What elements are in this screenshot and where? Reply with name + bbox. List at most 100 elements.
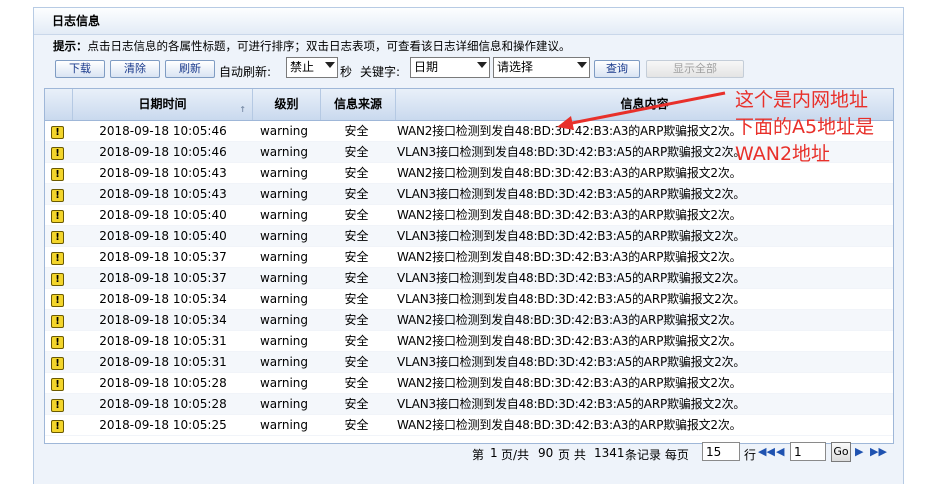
refresh-button[interactable]: 刷新 bbox=[165, 60, 215, 78]
source-column-header[interactable]: 信息来源 bbox=[321, 89, 396, 120]
chevron-down-icon bbox=[477, 62, 487, 68]
auto-refresh-label: 自动刷新: bbox=[219, 65, 272, 79]
toolbar: 下载 清除 刷新 自动刷新: 禁止 秒 关键字: 日期 请选择 查询 显示全部 bbox=[53, 57, 893, 81]
table-row[interactable]: ! 2018-09-18 10:05:43 warning 安全 VLAN3接口检测到发… bbox=[45, 184, 893, 205]
date-cell: 2018-09-18 10:05:25 bbox=[99, 418, 227, 432]
tip-body: 点击日志信息的各属性标题，可进行排序；双击日志表项，可查看该日志详细信息和操作建… bbox=[87, 39, 571, 53]
warning-cell: ! bbox=[51, 142, 67, 162]
level-cell: warning bbox=[259, 145, 309, 159]
warning-cell: ! bbox=[51, 352, 67, 372]
level-cell: warning bbox=[259, 397, 309, 411]
message-cell: WAN2接口检测到发自48:BD:3D:42:B3:A3的ARP欺骗报文2次。 bbox=[397, 376, 742, 390]
source-cell: 安全 bbox=[344, 397, 369, 411]
level-cell: warning bbox=[259, 187, 309, 201]
annotation-note: 这个是内网地址 下面的A5地址是 WAN2地址 bbox=[735, 87, 935, 168]
download-button[interactable]: 下载 bbox=[55, 60, 105, 78]
table-row[interactable]: ! 2018-09-18 10:05:34 warning 安全 WAN2接口检测到发自… bbox=[45, 310, 893, 331]
message-cell: WAN2接口检测到发自48:BD:3D:42:B3:A3的ARP欺骗报文2次。 bbox=[397, 334, 742, 348]
show-all-button[interactable]: 显示全部 bbox=[646, 60, 744, 78]
seconds-label: 秒 bbox=[340, 65, 353, 79]
keyword-field-select[interactable]: 日期 bbox=[410, 57, 490, 78]
message-cell: VLAN3接口检测到发自48:BD:3D:42:B3:A5的ARP欺骗报文2次。 bbox=[397, 271, 746, 285]
date-cell: 2018-09-18 10:05:31 bbox=[99, 334, 227, 348]
query-button[interactable]: 查询 bbox=[594, 60, 640, 78]
warning-icon: ! bbox=[51, 189, 64, 202]
previous-page-icon[interactable]: ◀ bbox=[776, 445, 784, 459]
date-header-label: 日期时间 bbox=[138, 97, 187, 111]
warning-icon: ! bbox=[51, 315, 64, 328]
table-row[interactable]: ! 2018-09-18 10:05:40 warning 安全 VLAN3接口检测到发… bbox=[45, 226, 893, 247]
message-cell: VLAN3接口检测到发自48:BD:3D:42:B3:A5的ARP欺骗报文2次。 bbox=[397, 229, 746, 243]
warning-cell: ! bbox=[51, 205, 67, 225]
level-cell: warning bbox=[259, 418, 309, 432]
next-page-icon[interactable]: ▶ bbox=[855, 445, 863, 459]
table-row[interactable]: ! 2018-09-18 10:05:34 warning 安全 VLAN3接口检测到发… bbox=[45, 289, 893, 310]
chevron-down-icon bbox=[577, 62, 587, 68]
pager-total-pages: 90 bbox=[538, 446, 554, 460]
warning-icon: ! bbox=[51, 420, 64, 433]
panel-title: 日志信息 bbox=[34, 8, 903, 35]
level-column-header[interactable]: 级别 bbox=[253, 89, 321, 120]
warning-icon: ! bbox=[51, 378, 64, 391]
date-cell: 2018-09-18 10:05:40 bbox=[99, 208, 227, 222]
icon-column-header bbox=[45, 89, 73, 120]
table-row[interactable]: ! 2018-09-18 10:05:28 warning 安全 WAN2接口检测到发自… bbox=[45, 373, 893, 394]
warning-cell: ! bbox=[51, 247, 67, 267]
date-cell: 2018-09-18 10:05:34 bbox=[99, 313, 227, 327]
clear-button[interactable]: 清除 bbox=[110, 60, 160, 78]
warning-icon: ! bbox=[51, 126, 64, 139]
table-row[interactable]: ! 2018-09-18 10:05:37 warning 安全 VLAN3接口检测到发… bbox=[45, 268, 893, 289]
warning-icon: ! bbox=[51, 273, 64, 286]
annotation-line-2: 下面的A5地址是 bbox=[735, 116, 875, 138]
warning-icon: ! bbox=[51, 399, 64, 412]
message-cell: WAN2接口检测到发自48:BD:3D:42:B3:A3的ARP欺骗报文2次。 bbox=[397, 208, 742, 222]
date-column-header[interactable]: 日期时间 ↑ bbox=[73, 89, 253, 120]
warning-icon: ! bbox=[51, 252, 64, 265]
level-cell: warning bbox=[259, 124, 309, 138]
level-cell: warning bbox=[259, 313, 309, 327]
pager-total-label: 页/共 bbox=[501, 448, 530, 462]
message-cell: VLAN3接口检测到发自48:BD:3D:42:B3:A5的ARP欺骗报文2次。 bbox=[397, 187, 746, 201]
first-page-icon[interactable]: ◀◀ bbox=[758, 445, 775, 459]
level-cell: warning bbox=[259, 250, 309, 264]
warning-icon: ! bbox=[51, 336, 64, 349]
warning-icon: ! bbox=[51, 294, 64, 307]
table-row[interactable]: ! 2018-09-18 10:05:31 warning 安全 VLAN3接口检测到发… bbox=[45, 352, 893, 373]
goto-page-input[interactable] bbox=[790, 442, 826, 461]
pager-rows-label: 行 bbox=[744, 448, 757, 462]
warning-icon: ! bbox=[51, 168, 64, 181]
warning-cell: ! bbox=[51, 268, 67, 288]
table-row[interactable]: ! 2018-09-18 10:05:37 warning 安全 WAN2接口检测到发自… bbox=[45, 247, 893, 268]
pager-page-label: 第 bbox=[472, 448, 485, 462]
level-cell: warning bbox=[259, 271, 309, 285]
date-cell: 2018-09-18 10:05:46 bbox=[99, 124, 227, 138]
annotation-line-3: WAN2地址 bbox=[735, 143, 831, 165]
source-cell: 安全 bbox=[344, 229, 369, 243]
source-cell: 安全 bbox=[344, 418, 369, 432]
tip-label: 提示： bbox=[53, 39, 88, 53]
table-row[interactable]: ! 2018-09-18 10:05:31 warning 安全 WAN2接口检测到发自… bbox=[45, 331, 893, 352]
warning-cell: ! bbox=[51, 394, 67, 414]
keyword-value-select[interactable]: 请选择 bbox=[493, 57, 590, 78]
source-cell: 安全 bbox=[344, 166, 369, 180]
level-cell: warning bbox=[259, 334, 309, 348]
table-body: ! 2018-09-18 10:05:46 warning 安全 WAN2接口检测到发自… bbox=[45, 121, 893, 436]
date-cell: 2018-09-18 10:05:40 bbox=[99, 229, 227, 243]
chevron-down-icon bbox=[325, 62, 335, 68]
last-page-icon[interactable]: ▶▶ bbox=[870, 445, 887, 459]
auto-refresh-select[interactable]: 禁止 bbox=[286, 57, 338, 78]
per-page-input[interactable] bbox=[702, 442, 740, 461]
source-cell: 安全 bbox=[344, 334, 369, 348]
warning-cell: ! bbox=[51, 331, 67, 351]
date-cell: 2018-09-18 10:05:43 bbox=[99, 166, 227, 180]
table-row[interactable]: ! 2018-09-18 10:05:28 warning 安全 VLAN3接口检测到发… bbox=[45, 394, 893, 415]
go-button[interactable]: Go bbox=[831, 442, 851, 462]
warning-icon: ! bbox=[51, 231, 64, 244]
level-cell: warning bbox=[259, 229, 309, 243]
message-cell: VLAN3接口检测到发自48:BD:3D:42:B3:A5的ARP欺骗报文2次。 bbox=[397, 355, 746, 369]
table-row[interactable]: ! 2018-09-18 10:05:25 warning 安全 WAN2接口检测到发自… bbox=[45, 415, 893, 436]
table-row[interactable]: ! 2018-09-18 10:05:40 warning 安全 WAN2接口检测到发自… bbox=[45, 205, 893, 226]
warning-icon: ! bbox=[51, 357, 64, 370]
pager-current-page: 1 bbox=[490, 446, 498, 460]
level-cell: warning bbox=[259, 292, 309, 306]
